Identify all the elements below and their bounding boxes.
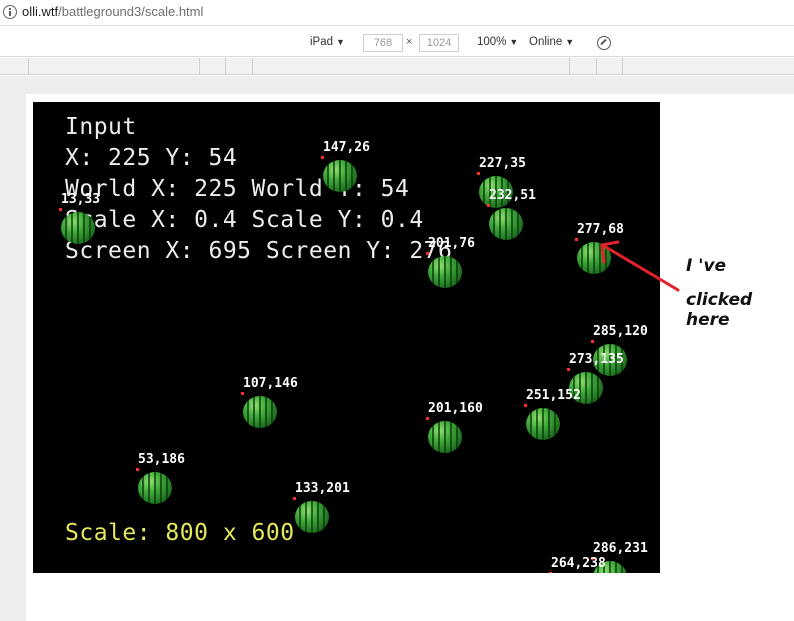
melon-label: 133,201 bbox=[295, 481, 350, 496]
game-canvas[interactable]: Input X: 225 Y: 54 World X: 225 World Y:… bbox=[33, 102, 660, 573]
info-icon[interactable] bbox=[3, 5, 17, 19]
melon-sprite[interactable]: 251,152 bbox=[524, 388, 581, 442]
zoom-select[interactable]: 100% ▼ bbox=[477, 36, 518, 48]
anchor-dot bbox=[426, 417, 429, 420]
ruler-tick bbox=[622, 58, 623, 75]
melon-body bbox=[295, 501, 329, 533]
anchor-dot bbox=[426, 252, 429, 255]
anchor-dot bbox=[575, 238, 578, 241]
melon-sprite[interactable]: 133,201 bbox=[293, 481, 350, 535]
network-select[interactable]: Online ▼ bbox=[529, 36, 574, 48]
width-input[interactable]: 768 bbox=[363, 34, 403, 52]
melon-sprite[interactable]: 201,160 bbox=[426, 401, 483, 455]
melon-body bbox=[526, 408, 560, 440]
zoom-label: 100% bbox=[477, 36, 507, 48]
melon-label: 53,186 bbox=[138, 452, 185, 467]
hud-xy: X: 225 Y: 54 bbox=[65, 145, 238, 171]
melon-sprite[interactable]: 53,186 bbox=[136, 452, 185, 506]
anchor-dot bbox=[477, 172, 480, 175]
hud-scale-xy: Scale X: 0.4 Scale Y: 0.4 bbox=[65, 207, 424, 233]
ruler-tick bbox=[225, 58, 226, 75]
times-sign: × bbox=[406, 36, 413, 48]
url-text[interactable]: olli.wtf/battleground3/scale.html bbox=[22, 4, 203, 19]
arrow-icon bbox=[600, 240, 680, 292]
device-label: iPad bbox=[310, 36, 334, 48]
network-label: Online bbox=[529, 36, 563, 48]
melon-sprite[interactable]: 147,26 bbox=[321, 140, 370, 194]
anchor-dot bbox=[524, 404, 527, 407]
melon-label: 251,152 bbox=[526, 388, 581, 403]
anchor-dot bbox=[59, 208, 62, 211]
melon-label: 232,51 bbox=[489, 188, 536, 203]
ruler-tick bbox=[569, 58, 570, 75]
hud-input-label: Input bbox=[65, 114, 137, 140]
rotate-icon[interactable] bbox=[597, 36, 611, 50]
anchor-dot bbox=[136, 468, 139, 471]
chevron-down-icon: ▼ bbox=[565, 37, 575, 47]
anchor-dot bbox=[567, 368, 570, 371]
anchor-dot bbox=[241, 392, 244, 395]
ruler-tick bbox=[596, 58, 597, 75]
anchor-dot bbox=[293, 497, 296, 500]
melon-sprite[interactable]: 201,76 bbox=[426, 236, 475, 290]
melon-label: 273,135 bbox=[569, 352, 624, 367]
melon-label: 147,26 bbox=[323, 140, 370, 155]
melon-body bbox=[323, 160, 357, 192]
melon-body bbox=[61, 212, 95, 244]
melon-body bbox=[489, 208, 523, 240]
anchor-dot bbox=[321, 156, 324, 159]
anchor-dot bbox=[591, 340, 594, 343]
melon-sprite[interactable]: 13,33 bbox=[59, 192, 100, 246]
melon-label: 201,76 bbox=[428, 236, 475, 251]
melon-sprite[interactable]: 232,51 bbox=[487, 188, 536, 242]
annotation-line-1: I 've bbox=[686, 256, 727, 276]
chevron-down-icon: ▼ bbox=[336, 37, 345, 47]
device-toolbar: iPad ▼ 768 × 1024 100% ▼ Online ▼ bbox=[0, 30, 794, 57]
hud-scale-size: Scale: 800 x 600 bbox=[65, 520, 295, 546]
melon-body bbox=[243, 396, 277, 428]
anchor-dot bbox=[487, 204, 490, 207]
melon-label: 201,160 bbox=[428, 401, 483, 416]
url-path: /battleground3/scale.html bbox=[58, 4, 204, 19]
melon-label: 285,120 bbox=[593, 324, 648, 339]
melon-body bbox=[428, 256, 462, 288]
melon-sprite[interactable]: 264,238 bbox=[549, 556, 606, 573]
melon-body bbox=[428, 421, 462, 453]
melon-label: 286,231 bbox=[593, 541, 648, 556]
annotation-line-2: clicked here bbox=[686, 290, 753, 330]
chevron-down-icon: ▼ bbox=[509, 37, 519, 47]
hud-screen: Screen X: 695 Screen Y: 276 bbox=[65, 238, 453, 264]
melon-label: 264,238 bbox=[551, 556, 606, 571]
media-query-ruler[interactable] bbox=[0, 58, 794, 75]
height-input[interactable]: 1024 bbox=[419, 34, 459, 52]
ruler-tick bbox=[28, 58, 29, 75]
address-bar[interactable]: olli.wtf/battleground3/scale.html bbox=[0, 0, 794, 26]
url-host: olli.wtf bbox=[22, 4, 59, 19]
ruler-tick bbox=[252, 58, 253, 75]
anchor-dot bbox=[549, 572, 552, 573]
melon-label: 13,33 bbox=[61, 192, 101, 207]
device-select[interactable]: iPad ▼ bbox=[310, 36, 345, 48]
melon-label: 107,146 bbox=[243, 376, 298, 391]
melon-sprite[interactable]: 107,146 bbox=[241, 376, 298, 430]
ruler-tick bbox=[199, 58, 200, 75]
melon-label: 227,35 bbox=[479, 156, 526, 171]
melon-body bbox=[138, 472, 172, 504]
